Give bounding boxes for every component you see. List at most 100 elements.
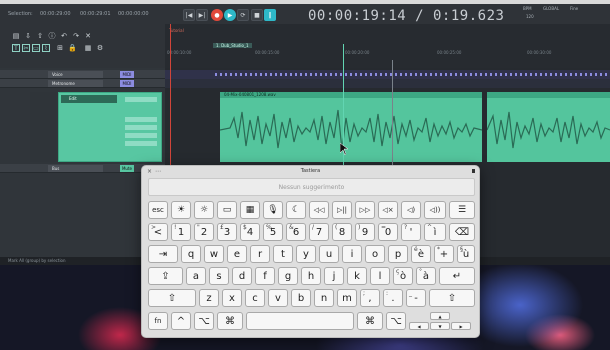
suggestion-bar[interactable]: Nessun suggerimento bbox=[148, 178, 475, 196]
selection-start[interactable]: 00:00:29:00 bbox=[40, 11, 71, 17]
key-2[interactable]: " 2 bbox=[194, 223, 214, 241]
key-a-grave[interactable]: ° à bbox=[416, 267, 436, 285]
timeline-ruler[interactable]: Tutorial 1. Dub_Studio_1 00:00:10:00 00:… bbox=[165, 24, 610, 68]
key-comma[interactable]: ;, bbox=[360, 289, 380, 307]
key-g[interactable]: g bbox=[278, 267, 298, 285]
shift-left-icon[interactable]: ⇧ bbox=[148, 289, 196, 307]
key-h[interactable]: h bbox=[301, 267, 321, 285]
key-less-than[interactable]: > < bbox=[148, 223, 168, 241]
import-icon[interactable]: ⇩ bbox=[24, 32, 32, 40]
settings-icon[interactable]: ⚙ bbox=[96, 44, 104, 52]
track-tag[interactable]: MIDI bbox=[120, 71, 134, 78]
key-n[interactable]: n bbox=[314, 289, 334, 307]
project-tab[interactable]: 1. Dub_Studio_1 bbox=[213, 43, 252, 48]
key-1[interactable]: ! 1 bbox=[171, 223, 191, 241]
grid-icon[interactable]: ▦ bbox=[84, 44, 92, 52]
rewind-icon[interactable]: ◁◁ bbox=[309, 201, 329, 219]
track-row[interactable]: Metronome MIDI bbox=[0, 79, 165, 88]
play-button[interactable]: ▶ bbox=[224, 9, 236, 21]
key-t[interactable]: t bbox=[273, 245, 293, 263]
key-o[interactable]: o bbox=[365, 245, 385, 263]
plugin-slot[interactable] bbox=[125, 97, 157, 102]
undo-icon[interactable]: ↶ bbox=[60, 32, 68, 40]
key-8[interactable]: (8 bbox=[332, 223, 352, 241]
key-p[interactable]: p bbox=[388, 245, 408, 263]
key-o-grave[interactable]: çò bbox=[393, 267, 413, 285]
caps-lock-icon[interactable]: ⇪ bbox=[148, 267, 183, 285]
audio-track-header[interactable]: Edit bbox=[58, 92, 162, 162]
lock-icon[interactable]: 🔒 bbox=[68, 44, 77, 52]
key-e-grave[interactable]: éè bbox=[411, 245, 431, 263]
key-esc[interactable]: esc bbox=[148, 201, 168, 219]
arrow-up-icon[interactable]: ▲ bbox=[430, 312, 450, 320]
arrow-left-icon[interactable]: ◀ bbox=[409, 322, 429, 330]
return-icon[interactable]: ↵ bbox=[439, 267, 475, 285]
key-fn[interactable]: fn bbox=[148, 312, 168, 330]
key-a[interactable]: a bbox=[186, 267, 206, 285]
plugin-slot[interactable] bbox=[125, 125, 157, 130]
control-icon[interactable]: ^ bbox=[171, 312, 191, 330]
stop-button[interactable]: ■ bbox=[251, 9, 263, 21]
select-tool-icon[interactable]: T bbox=[12, 44, 20, 52]
key-j[interactable]: j bbox=[324, 267, 344, 285]
mode-label[interactable]: Fine bbox=[570, 6, 578, 11]
arrow-right-icon[interactable]: ▶ bbox=[451, 322, 471, 330]
key-i-grave[interactable]: ^ ì bbox=[424, 223, 446, 241]
shift-right-icon[interactable]: ⇧ bbox=[429, 289, 475, 307]
key-4[interactable]: $4 bbox=[240, 223, 260, 241]
key-i[interactable]: i bbox=[342, 245, 362, 263]
key-5[interactable]: % 5 bbox=[263, 223, 283, 241]
key-7[interactable]: /7 bbox=[309, 223, 329, 241]
key-9[interactable]: ) 9 bbox=[355, 223, 375, 241]
key-0[interactable]: = 0 bbox=[378, 223, 398, 241]
key-s[interactable]: s bbox=[209, 267, 229, 285]
redo-icon[interactable]: ↷ bbox=[72, 32, 80, 40]
key-e[interactable]: e bbox=[227, 245, 247, 263]
brightness-down-icon[interactable]: ☀ bbox=[171, 201, 191, 219]
track-tag[interactable]: MIDI bbox=[120, 80, 134, 87]
snap-icon[interactable]: ⊞ bbox=[56, 44, 64, 52]
track-row[interactable]: Voice MIDI bbox=[0, 70, 165, 79]
key-u-grave[interactable]: § ù bbox=[457, 245, 475, 263]
tab-icon[interactable]: ⇥ bbox=[148, 245, 178, 263]
bpm-value[interactable]: 120 bbox=[526, 14, 534, 19]
selection-length[interactable]: 00:00:00:00 bbox=[118, 11, 149, 17]
trash-icon[interactable]: ✕ bbox=[84, 32, 92, 40]
track-name[interactable]: Edit bbox=[61, 95, 117, 103]
key-l[interactable]: l bbox=[370, 267, 390, 285]
fast-forward-icon[interactable]: ▷▷ bbox=[355, 201, 375, 219]
command-right-icon[interactable]: ⌘ bbox=[357, 312, 383, 330]
track-name[interactable]: Voice bbox=[48, 71, 103, 78]
key-6[interactable]: & 6 bbox=[286, 223, 306, 241]
key-x[interactable]: x bbox=[222, 289, 242, 307]
launchpad-icon[interactable]: ▦ bbox=[240, 201, 260, 219]
key-minus[interactable]: _ - bbox=[406, 289, 426, 307]
track-tag[interactable]: Mute bbox=[120, 165, 134, 172]
pause-button[interactable]: ‖ bbox=[264, 9, 276, 21]
info-icon[interactable]: ⓘ bbox=[48, 32, 56, 40]
key-k[interactable]: k bbox=[347, 267, 367, 285]
track-name[interactable]: Bus bbox=[48, 165, 103, 172]
mission-control-icon[interactable]: ▭ bbox=[217, 201, 237, 219]
key-r[interactable]: r bbox=[250, 245, 270, 263]
marker-tutorial[interactable]: Tutorial bbox=[169, 28, 184, 33]
key-z[interactable]: z bbox=[199, 289, 219, 307]
spacebar[interactable] bbox=[246, 312, 354, 330]
key-period[interactable]: :. bbox=[383, 289, 403, 307]
plugin-slot[interactable] bbox=[125, 117, 157, 122]
loop-button[interactable]: ⟳ bbox=[237, 9, 249, 21]
key-f[interactable]: f bbox=[255, 267, 275, 285]
track-name[interactable]: Metronome bbox=[48, 80, 103, 87]
key-m[interactable]: m bbox=[337, 289, 357, 307]
plugin-slot[interactable] bbox=[125, 133, 157, 138]
menu-icon[interactable]: ☰ bbox=[449, 201, 475, 219]
export-icon[interactable]: ⇧ bbox=[36, 32, 44, 40]
cut-tool-icon[interactable]: ✂ bbox=[22, 44, 30, 52]
selection-end[interactable]: 00:00:29:01 bbox=[80, 11, 111, 17]
audio-clip[interactable] bbox=[487, 92, 610, 162]
option-left-icon[interactable]: ⌥ bbox=[194, 312, 214, 330]
range-tool-icon[interactable]: ▭ bbox=[32, 44, 40, 52]
resize-icon[interactable] bbox=[472, 169, 475, 173]
key-u[interactable]: u bbox=[319, 245, 339, 263]
doc-icon[interactable]: ▤ bbox=[12, 32, 20, 40]
